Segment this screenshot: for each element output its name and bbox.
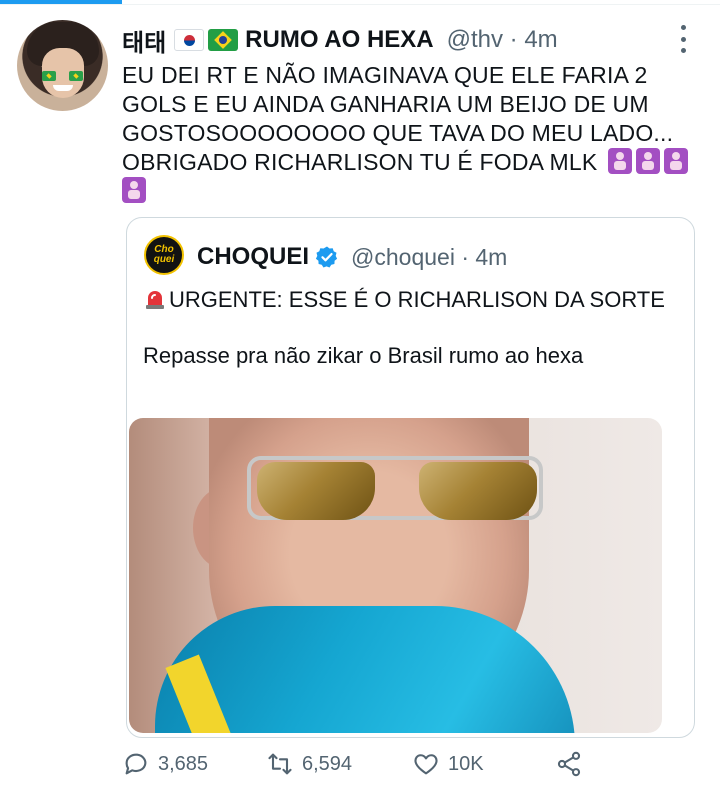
quoted-text-line2: Repasse pra não zikar o Brasil rumo ao h… [143, 343, 584, 368]
share-icon [557, 751, 581, 777]
choquei-logo-text: Cho quei [153, 244, 175, 265]
tweet-actions: 3,685 6,594 10K [122, 744, 602, 784]
verified-badge-icon [315, 246, 338, 268]
praying-emoji-icon [636, 148, 660, 174]
tweet-text: EU DEI RT E NÃO IMAGINAVA QUE ELE FARIA … [122, 61, 707, 206]
siren-icon [146, 291, 164, 309]
reply-count: 3,685 [158, 752, 209, 775]
photo-lens [419, 462, 537, 520]
reply-icon [125, 753, 147, 775]
tweet-body: EU DEI RT E NÃO IMAGINAVA QUE ELE FARIA … [122, 62, 674, 175]
brazil-flag-sticker-icon [69, 71, 83, 81]
choquei-avatar[interactable]: Cho quei [144, 235, 184, 275]
praying-emoji-icon [608, 148, 632, 174]
south-korea-flag-icon [174, 29, 205, 51]
more-options-icon[interactable] [677, 25, 689, 53]
retweet-icon [268, 753, 292, 775]
quoted-display-name[interactable]: CHOQUEI [197, 243, 309, 271]
like-count: 10K [448, 752, 484, 775]
praying-emoji-icon [664, 148, 688, 174]
divider [0, 4, 720, 5]
quoted-handle-and-time[interactable]: @choquei · 4m [351, 244, 507, 271]
heart-icon [414, 754, 438, 775]
quoted-tweet-text: URGENTE: ESSE É O RICHARLISON DA SORTE R… [143, 286, 683, 370]
tweet-header: 태태 RUMO AO HEXA @thv · 4m [122, 22, 558, 58]
retweet-button[interactable]: 6,594 [266, 744, 352, 784]
praying-emoji-icon [122, 177, 146, 203]
photo-lens [257, 462, 375, 520]
brazil-flag-icon [208, 29, 239, 51]
brazil-flag-sticker-icon [42, 71, 56, 81]
avatar[interactable] [17, 20, 108, 111]
share-button[interactable] [555, 744, 583, 784]
avatar-smile [53, 85, 73, 91]
quoted-tweet-card[interactable]: Cho quei CHOQUEI @choquei · 4m URGENTE: … [126, 217, 695, 738]
quoted-tweet-header: CHOQUEI @choquei · 4m [197, 240, 507, 274]
reply-button[interactable]: 3,685 [122, 744, 208, 784]
like-button[interactable]: 10K [412, 744, 484, 784]
display-name-suffix[interactable]: RUMO AO HEXA [245, 26, 433, 54]
handle-and-time[interactable]: @thv · 4m [447, 26, 558, 54]
display-name[interactable]: 태태 [122, 23, 166, 58]
retweet-count: 6,594 [302, 752, 353, 775]
quoted-text-line1: URGENTE: ESSE É O RICHARLISON DA SORTE [169, 287, 665, 312]
quoted-tweet-photo[interactable] [129, 418, 662, 733]
